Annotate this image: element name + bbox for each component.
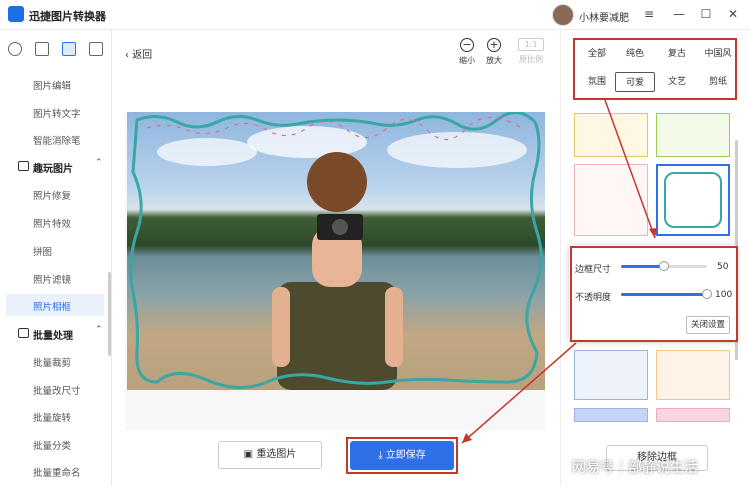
watermark: 网易号｜部静说生活	[572, 460, 698, 476]
annotation-arrows	[461, 99, 657, 444]
